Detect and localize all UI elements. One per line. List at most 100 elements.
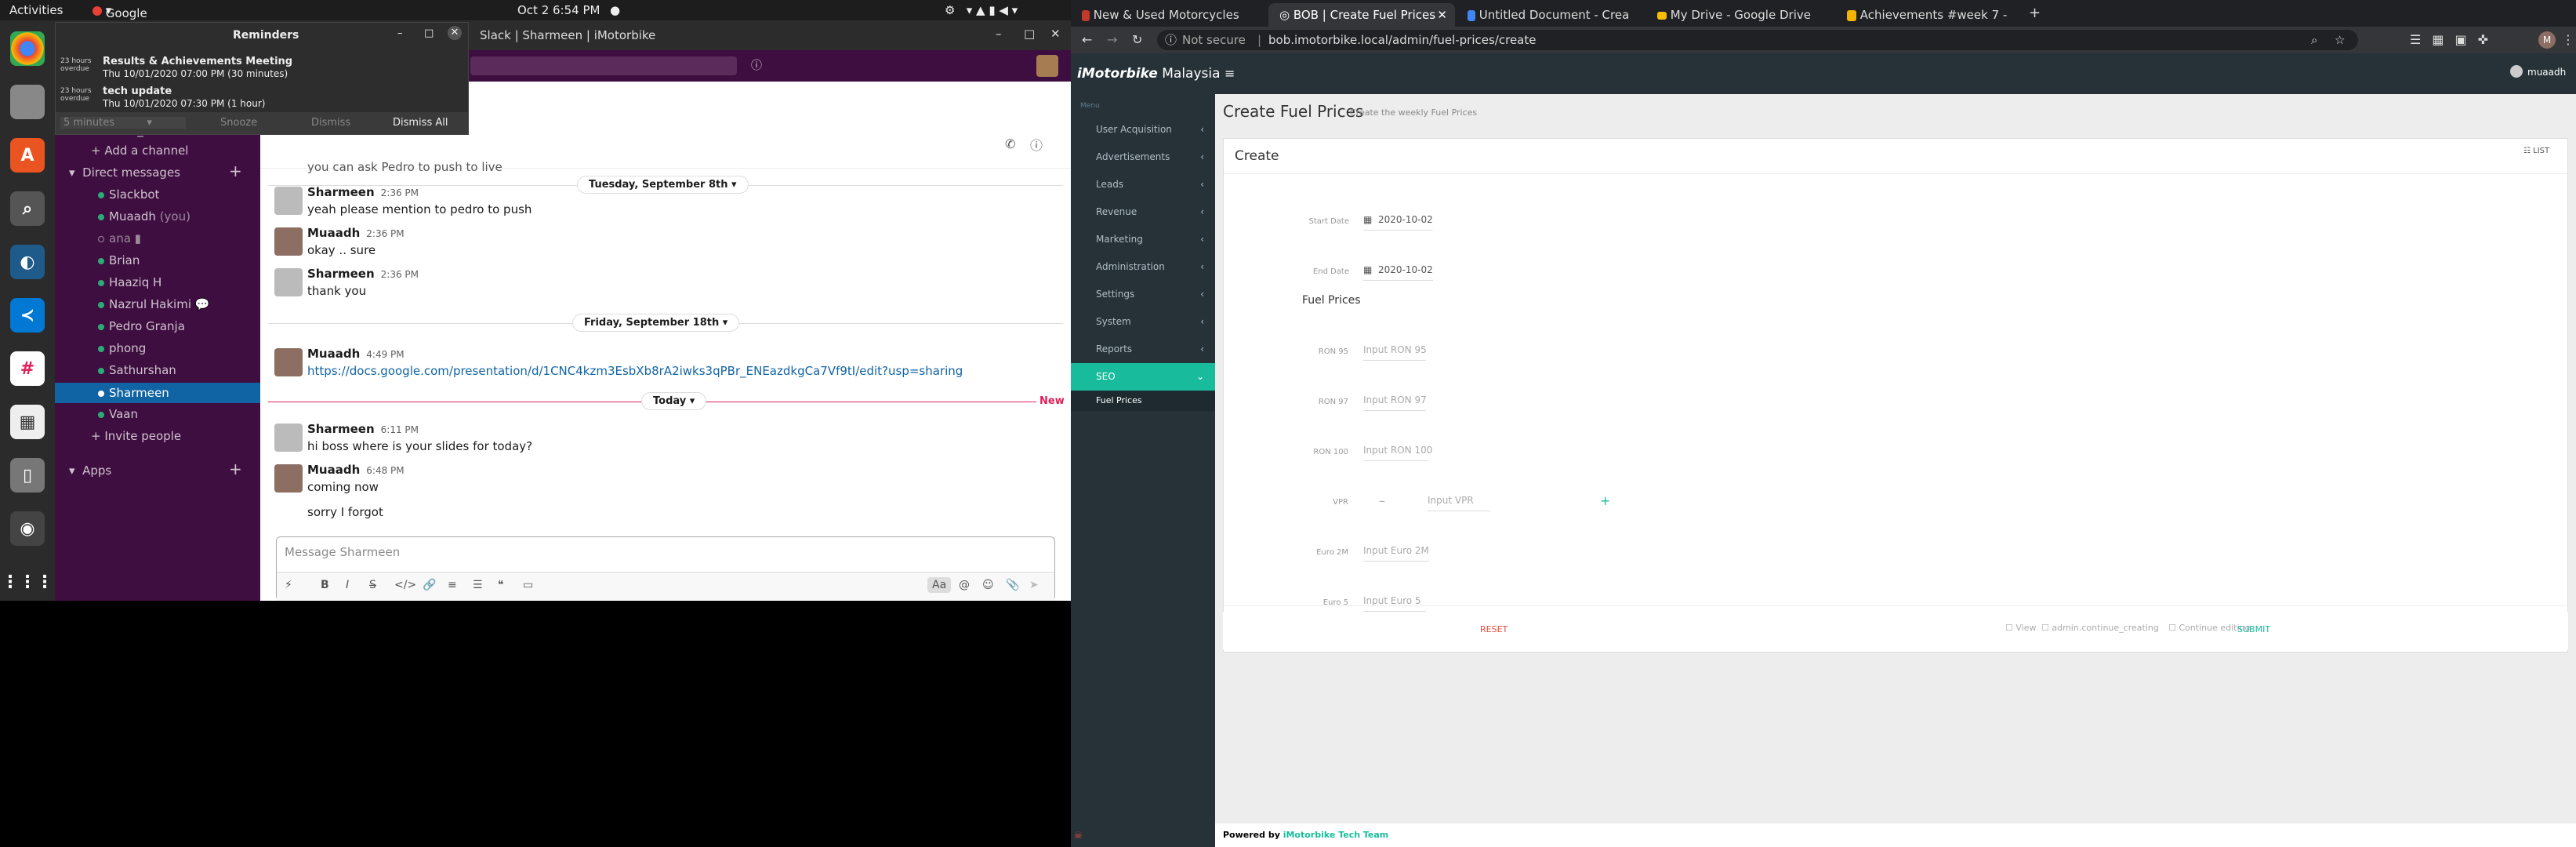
tab-achievements[interactable]: Achievements #week 7 - bbox=[1836, 3, 2026, 27]
decrement-button[interactable]: – bbox=[1379, 493, 1385, 508]
chrome-icon[interactable] bbox=[10, 31, 45, 66]
send-icon[interactable]: ➤ bbox=[1029, 579, 1039, 591]
url-text[interactable]: bob.imotorbike.local/admin/fuel-prices/c… bbox=[1268, 30, 1536, 50]
ron95-input[interactable]: Input RON 95 bbox=[1363, 344, 1427, 361]
nav-settings[interactable]: Settings ‹ bbox=[1071, 281, 1215, 308]
phone-icon[interactable]: ✆ bbox=[1005, 136, 1015, 151]
avatar[interactable] bbox=[274, 227, 303, 256]
reminder-item[interactable]: 23 hours overdue tech update Thu 10/01/2… bbox=[57, 85, 465, 114]
phone-icon[interactable]: ▯ bbox=[10, 458, 45, 493]
app-grid-icon[interactable]: ⋮⋮⋮ bbox=[2, 565, 53, 599]
list-button[interactable]: ☷ LIST bbox=[2523, 147, 2549, 155]
euro5-input[interactable]: Input Euro 5 bbox=[1363, 595, 1426, 612]
hamburger-icon[interactable]: ≡ bbox=[1225, 66, 1235, 81]
back-icon[interactable]: ← bbox=[1082, 32, 1092, 47]
add-channel-button[interactable]: + Add a channel bbox=[91, 141, 188, 160]
dismiss-all-button[interactable]: Dismiss All bbox=[393, 117, 448, 129]
avatar[interactable] bbox=[1036, 55, 1058, 77]
message-author[interactable]: Muaadh 6:48 PM bbox=[307, 463, 405, 477]
attach-icon[interactable]: 📎 bbox=[1006, 579, 1019, 591]
message-time[interactable]: 2:36 PM bbox=[366, 228, 404, 239]
add-app-icon[interactable]: + bbox=[229, 460, 242, 478]
nav-system[interactable]: System ‹ bbox=[1071, 308, 1215, 336]
link-icon[interactable]: 🔗 bbox=[423, 579, 436, 591]
dm-muaadh[interactable]: Muaadh (you) bbox=[98, 207, 190, 226]
search-input[interactable] bbox=[470, 56, 737, 75]
dm-haaziq[interactable]: Haaziq H bbox=[98, 273, 161, 292]
nav-user-acquisition[interactable]: User Acquisition ‹ bbox=[1071, 116, 1215, 144]
submit-button[interactable]: SUBMIT bbox=[2237, 624, 2270, 634]
message-link[interactable]: https://docs.google.com/presentation/d/1… bbox=[307, 364, 963, 378]
snooze-select[interactable]: 5 minutes ▾ bbox=[60, 117, 186, 129]
close-tab-icon[interactable]: ✕ bbox=[1437, 3, 1447, 27]
activities-button[interactable]: Activities bbox=[9, 3, 63, 17]
message-time[interactable]: 6:11 PM bbox=[381, 424, 419, 435]
subnav-fuel-prices[interactable]: Fuel Prices bbox=[1071, 391, 1215, 411]
app-menu[interactable]: Google Chrome ▾ bbox=[93, 3, 152, 35]
tab-bob-fuel-prices[interactable]: ◎ BOB | Create Fuel Prices ✕ bbox=[1268, 3, 1455, 27]
brand-logo[interactable]: iMotorbike Malaysia bbox=[1077, 66, 1221, 82]
code-block-icon[interactable]: ▭ bbox=[523, 579, 533, 591]
message-author[interactable]: Muaadh 2:36 PM bbox=[307, 226, 405, 240]
magnifier-icon[interactable]: ⌕ bbox=[10, 191, 45, 226]
avatar[interactable] bbox=[274, 424, 303, 452]
nav-reports[interactable]: Reports ‹ bbox=[1071, 336, 1215, 363]
dm-brian[interactable]: Brian bbox=[98, 251, 140, 270]
composer-input[interactable]: Message Sharmeen bbox=[285, 545, 400, 559]
slack-icon[interactable]: # bbox=[10, 351, 45, 386]
mention-icon[interactable]: @ bbox=[959, 579, 970, 591]
chrome-menu-icon[interactable]: ⋮ bbox=[2562, 32, 2574, 47]
view-checkbox[interactable]: ☐ View bbox=[2005, 623, 2036, 633]
system-tray[interactable]: ⚙ ▾ ▲ ▮ ◀ ▾ bbox=[945, 3, 1018, 17]
message-author[interactable]: Sharmeen 2:36 PM bbox=[307, 267, 419, 281]
bullet-list-icon[interactable]: ☰ bbox=[473, 579, 483, 591]
code-icon[interactable]: </> bbox=[394, 579, 416, 591]
dm-ana[interactable]: ana ▮ bbox=[98, 229, 141, 248]
user-avatar[interactable] bbox=[2510, 65, 2523, 78]
maximize-button[interactable]: □ bbox=[424, 27, 434, 39]
camera-icon[interactable]: ◉ bbox=[10, 511, 45, 546]
dm-slackbot[interactable]: Slackbot bbox=[98, 185, 159, 204]
calendar-icon[interactable]: ▦ bbox=[10, 405, 45, 439]
start-date-input[interactable]: ▦ 2020-10-02 bbox=[1363, 214, 1433, 231]
ron97-input[interactable]: Input RON 97 bbox=[1363, 394, 1427, 411]
italic-icon[interactable]: I bbox=[346, 579, 349, 591]
message-time[interactable]: 2:36 PM bbox=[381, 269, 419, 280]
clock[interactable]: Oct 2 6:54 PM bbox=[517, 3, 600, 17]
strikethrough-icon[interactable]: S̶ bbox=[369, 579, 376, 591]
dm-vaan[interactable]: Vaan bbox=[98, 405, 138, 424]
shortcuts-icon[interactable]: ⚡ bbox=[285, 579, 292, 591]
dm-pedro[interactable]: Pedro Granja bbox=[98, 317, 185, 336]
info-icon[interactable]: ⓘ bbox=[1030, 135, 1043, 154]
new-tab-button[interactable]: + bbox=[2029, 5, 2041, 21]
zoom-icon[interactable]: ⌕ bbox=[2311, 30, 2317, 50]
user-name[interactable]: muaadh bbox=[2527, 67, 2566, 78]
avatar[interactable] bbox=[274, 268, 303, 296]
avatar[interactable] bbox=[274, 348, 303, 376]
snooze-button[interactable]: Snooze bbox=[220, 117, 257, 129]
nav-leads[interactable]: Leads ‹ bbox=[1071, 171, 1215, 198]
date-divider-label[interactable]: Tuesday, September 8th ▾ bbox=[577, 176, 749, 194]
nav-administration[interactable]: Administration ‹ bbox=[1071, 253, 1215, 281]
software-center-icon[interactable]: A bbox=[10, 138, 45, 173]
forward-icon[interactable]: → bbox=[1107, 32, 1117, 47]
dm-nazrul[interactable]: Nazrul Hakimi 💬 bbox=[98, 295, 209, 314]
bookmark-star-icon[interactable]: ☆ bbox=[2335, 30, 2345, 50]
euro2m-input[interactable]: Input Euro 2M bbox=[1363, 545, 1429, 562]
add-dm-icon[interactable]: + bbox=[229, 162, 242, 180]
avatar[interactable] bbox=[274, 187, 303, 215]
reload-icon[interactable]: ↻ bbox=[1132, 32, 1142, 47]
info-icon[interactable]: ⓘ bbox=[1165, 30, 1177, 50]
message-composer[interactable]: Message Sharmeen ⚡ B I S̶ </> 🔗 ≡ ☰ ❝ ▭ … bbox=[276, 536, 1055, 601]
files-icon[interactable] bbox=[10, 85, 45, 119]
tab-motorcycles[interactable]: New & Used Motorcycles bbox=[1071, 3, 1267, 27]
close-button[interactable]: ✕ bbox=[1050, 27, 1061, 41]
message-author[interactable]: Sharmeen 2:36 PM bbox=[307, 185, 419, 199]
message-time[interactable]: 2:36 PM bbox=[381, 187, 419, 198]
nav-seo[interactable]: SEO ⌄ bbox=[1071, 363, 1215, 391]
increment-button[interactable]: + bbox=[1600, 493, 1610, 508]
date-divider-label[interactable]: Today ▾ bbox=[641, 392, 707, 410]
nav-revenue[interactable]: Revenue ‹ bbox=[1071, 198, 1215, 226]
vpr-input[interactable]: Input VPR bbox=[1428, 495, 1490, 511]
invite-people-button[interactable]: + Invite people bbox=[91, 427, 181, 445]
